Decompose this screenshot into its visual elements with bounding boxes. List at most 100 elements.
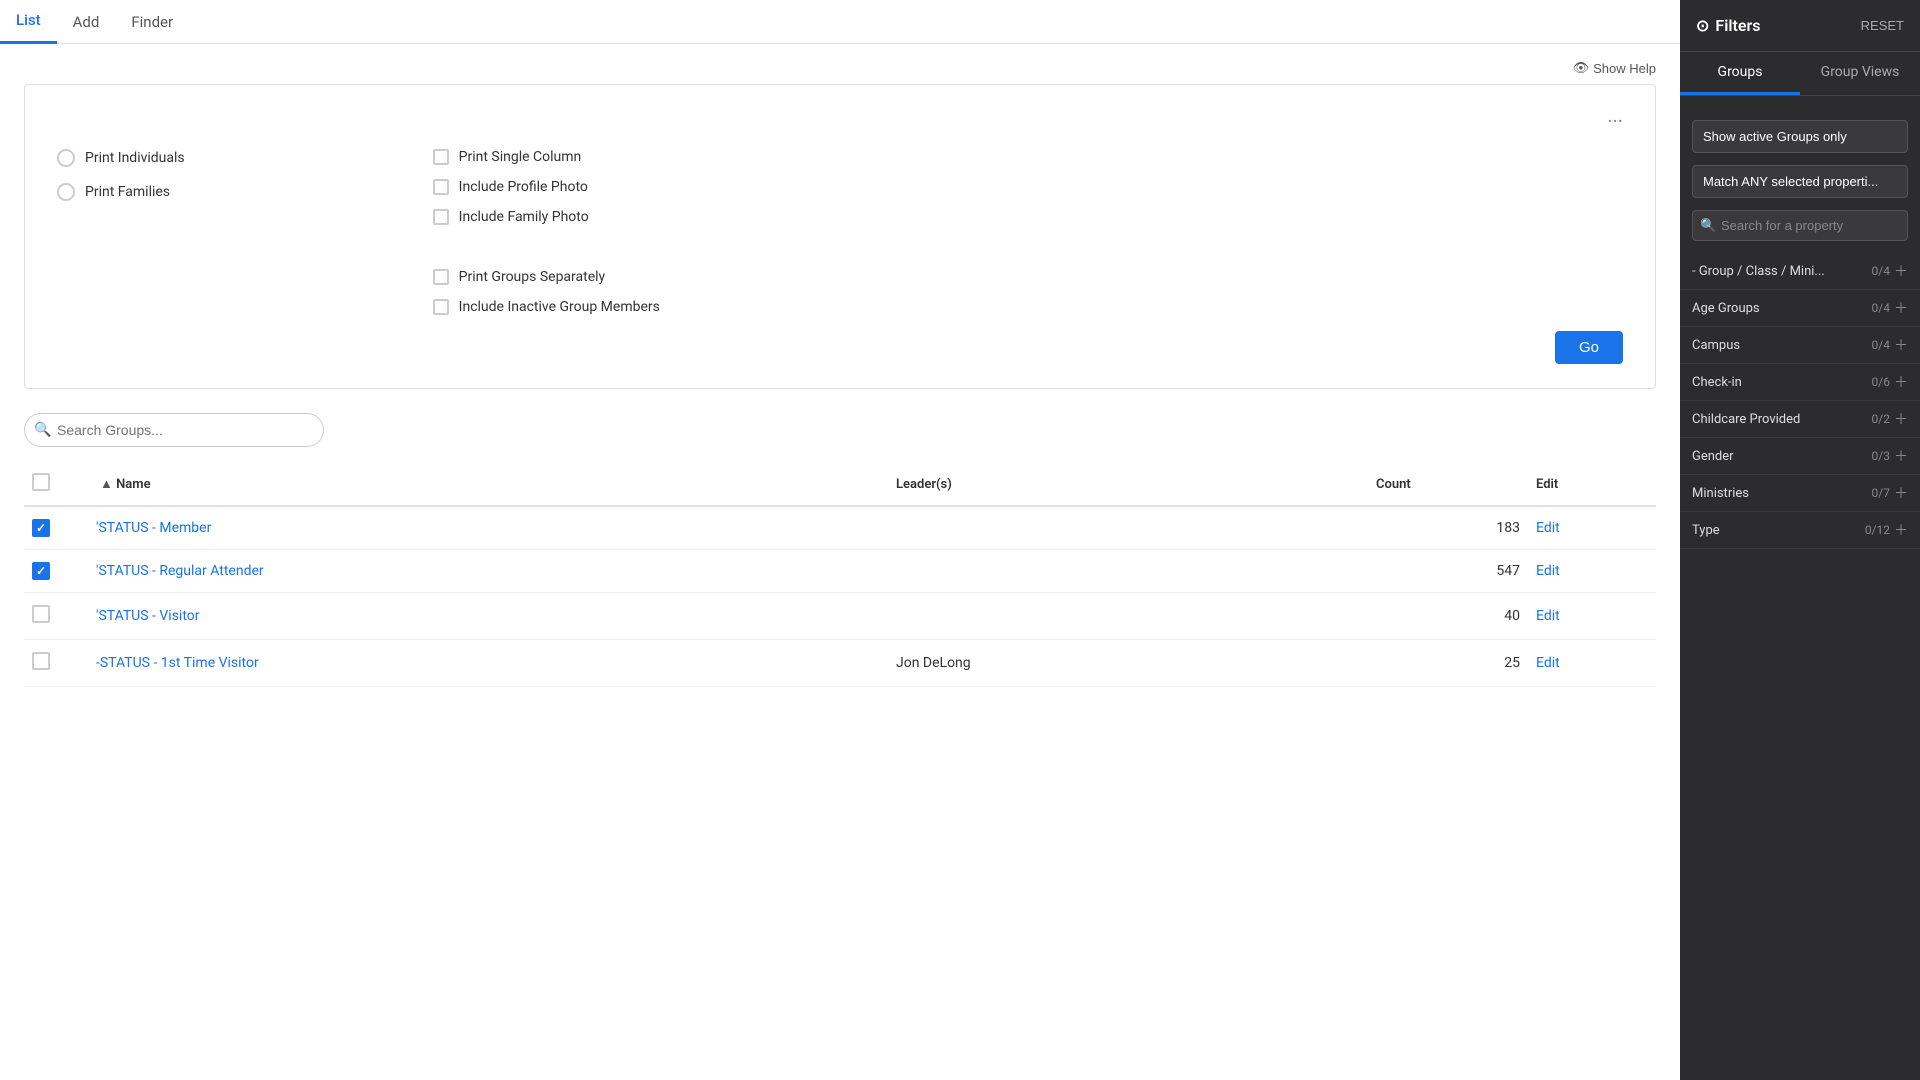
filter-section-0[interactable]: - Group / Class / Mini... 0/4 ＋ xyxy=(1680,253,1920,290)
filter-section-name-4: Childcare Provided xyxy=(1692,412,1800,427)
group-edit-link-0[interactable]: Edit xyxy=(1536,520,1560,536)
filter-add-icon-7[interactable]: ＋ xyxy=(1894,520,1908,540)
group-edit-link-3[interactable]: Edit xyxy=(1536,655,1560,671)
row-checkbox-3[interactable] xyxy=(32,652,50,670)
group-count-2: 40 xyxy=(1368,593,1528,640)
row-checkbox-1[interactable] xyxy=(32,562,50,580)
tab-group-views[interactable]: Group Views xyxy=(1800,52,1920,95)
group-edit-link-2[interactable]: Edit xyxy=(1536,608,1560,624)
filter-section-name-7: Type xyxy=(1692,523,1720,538)
tab-groups[interactable]: Groups xyxy=(1680,52,1800,95)
group-count-1: 547 xyxy=(1368,550,1528,593)
include-inactive-members-checkbox[interactable] xyxy=(433,299,449,315)
search-icon: 🔍 xyxy=(34,422,51,438)
col-name-label: Name xyxy=(116,477,150,492)
match-select[interactable]: Match ANY selected properti... Match ALL… xyxy=(1692,165,1908,198)
filter-section-3[interactable]: Check-in 0/6 ＋ xyxy=(1680,364,1920,401)
col-header-edit[interactable]: Edit xyxy=(1528,463,1656,506)
include-inactive-members-label: Include Inactive Group Members xyxy=(459,299,660,315)
print-individuals-radio[interactable] xyxy=(57,149,75,167)
property-search-icon: 🔍 xyxy=(1700,218,1716,233)
filter-section-count-7: 0/12 ＋ xyxy=(1865,520,1908,540)
group-leaders-3: Jon DeLong xyxy=(888,640,1368,687)
group-count-3: 25 xyxy=(1368,640,1528,687)
eye-icon: 👁 xyxy=(1573,60,1590,76)
filter-section-count-1: 0/4 ＋ xyxy=(1872,298,1908,318)
nav-tab-add[interactable]: Add xyxy=(57,1,116,43)
filter-section-1[interactable]: Age Groups 0/4 ＋ xyxy=(1680,290,1920,327)
groups-table: ▲ Name Leader(s) Count Edit xyxy=(24,463,1656,687)
print-groups-separately-option[interactable]: Print Groups Separately xyxy=(433,269,660,285)
table-row: 'STATUS - Visitor 40 Edit xyxy=(24,593,1656,640)
sidebar-header: ⊙ Filters RESET xyxy=(1680,0,1920,52)
filter-section-2[interactable]: Campus 0/4 ＋ xyxy=(1680,327,1920,364)
active-groups-dropdown-wrapper: Show active Groups only Show all Groups … xyxy=(1692,120,1908,153)
print-single-column-option[interactable]: Print Single Column xyxy=(433,149,660,165)
col-header-count[interactable]: Count xyxy=(1368,463,1528,506)
filter-section-6[interactable]: Ministries 0/7 ＋ xyxy=(1680,475,1920,512)
group-name-link-0[interactable]: 'STATUS - Member xyxy=(96,520,211,536)
include-profile-photo-option[interactable]: Include Profile Photo xyxy=(433,179,660,195)
filters-sidebar: ⊙ Filters RESET Groups Group Views Show … xyxy=(1680,0,1920,1080)
filter-add-icon-0[interactable]: ＋ xyxy=(1894,261,1908,281)
group-edit-link-1[interactable]: Edit xyxy=(1536,563,1560,579)
filter-section-4[interactable]: Childcare Provided 0/2 ＋ xyxy=(1680,401,1920,438)
filter-sections: - Group / Class / Mini... 0/4 ＋ Age Grou… xyxy=(1680,253,1920,549)
print-individuals-label: Print Individuals xyxy=(85,150,185,166)
nav-tab-finder[interactable]: Finder xyxy=(115,1,189,43)
row-checkbox-0[interactable] xyxy=(32,519,50,537)
filter-add-icon-3[interactable]: ＋ xyxy=(1894,372,1908,392)
filter-add-icon-4[interactable]: ＋ xyxy=(1894,409,1908,429)
go-button[interactable]: Go xyxy=(1555,331,1623,364)
print-families-option[interactable]: Print Families xyxy=(57,183,185,201)
filter-section-count-5: 0/3 ＋ xyxy=(1872,446,1908,466)
print-families-radio[interactable] xyxy=(57,183,75,201)
more-options-button[interactable]: ··· xyxy=(57,109,1623,133)
include-family-photo-option[interactable]: Include Family Photo xyxy=(433,209,660,225)
print-groups-separately-label: Print Groups Separately xyxy=(459,269,606,285)
group-leaders-0 xyxy=(888,506,1368,550)
include-family-photo-label: Include Family Photo xyxy=(459,209,589,225)
reset-button[interactable]: RESET xyxy=(1861,18,1904,33)
filter-section-count-6: 0/7 ＋ xyxy=(1872,483,1908,503)
print-checkboxes: Print Single Column Include Profile Phot… xyxy=(433,149,660,315)
col-edit-label: Edit xyxy=(1536,477,1558,492)
print-groups-separately-checkbox[interactable] xyxy=(433,269,449,285)
sort-arrow-up-icon: ▲ xyxy=(100,477,113,492)
filter-section-count-2: 0/4 ＋ xyxy=(1872,335,1908,355)
property-search-input[interactable] xyxy=(1692,210,1908,241)
group-name-link-2[interactable]: 'STATUS - Visitor xyxy=(96,608,200,624)
group-name-link-3[interactable]: -STATUS - 1st Time Visitor xyxy=(96,655,259,671)
group-leaders-1 xyxy=(888,550,1368,593)
search-groups-wrapper: 🔍 xyxy=(24,413,324,447)
group-name-link-1[interactable]: 'STATUS - Regular Attender xyxy=(96,563,264,579)
filters-title: ⊙ Filters xyxy=(1696,16,1760,35)
sidebar-tabs: Groups Group Views xyxy=(1680,52,1920,96)
filter-add-icon-2[interactable]: ＋ xyxy=(1894,335,1908,355)
filter-add-icon-5[interactable]: ＋ xyxy=(1894,446,1908,466)
show-help-button[interactable]: 👁 Show Help xyxy=(1573,60,1656,76)
filter-add-icon-6[interactable]: ＋ xyxy=(1894,483,1908,503)
table-row: -STATUS - 1st Time Visitor Jon DeLong 25… xyxy=(24,640,1656,687)
nav-tab-list[interactable]: List xyxy=(0,0,57,44)
row-checkbox-2[interactable] xyxy=(32,605,50,623)
table-row: 'STATUS - Member 183 Edit xyxy=(24,506,1656,550)
print-individuals-option[interactable]: Print Individuals xyxy=(57,149,185,167)
include-profile-photo-checkbox[interactable] xyxy=(433,179,449,195)
filter-section-name-3: Check-in xyxy=(1692,375,1742,390)
filter-section-5[interactable]: Gender 0/3 ＋ xyxy=(1680,438,1920,475)
filter-section-name-2: Campus xyxy=(1692,338,1740,353)
col-header-leaders[interactable]: Leader(s) xyxy=(888,463,1368,506)
filter-section-count-0: 0/4 ＋ xyxy=(1872,261,1908,281)
include-inactive-members-option[interactable]: Include Inactive Group Members xyxy=(433,299,660,315)
filter-add-icon-1[interactable]: ＋ xyxy=(1894,298,1908,318)
select-all-checkbox[interactable] xyxy=(32,473,50,491)
filter-icon: ⊙ xyxy=(1696,16,1709,35)
col-header-name[interactable]: ▲ Name xyxy=(88,463,888,506)
active-groups-select[interactable]: Show active Groups only Show all Groups … xyxy=(1692,120,1908,153)
filter-section-7[interactable]: Type 0/12 ＋ xyxy=(1680,512,1920,549)
print-single-column-checkbox[interactable] xyxy=(433,149,449,165)
group-count-0: 183 xyxy=(1368,506,1528,550)
include-family-photo-checkbox[interactable] xyxy=(433,209,449,225)
search-groups-input[interactable] xyxy=(24,413,324,447)
